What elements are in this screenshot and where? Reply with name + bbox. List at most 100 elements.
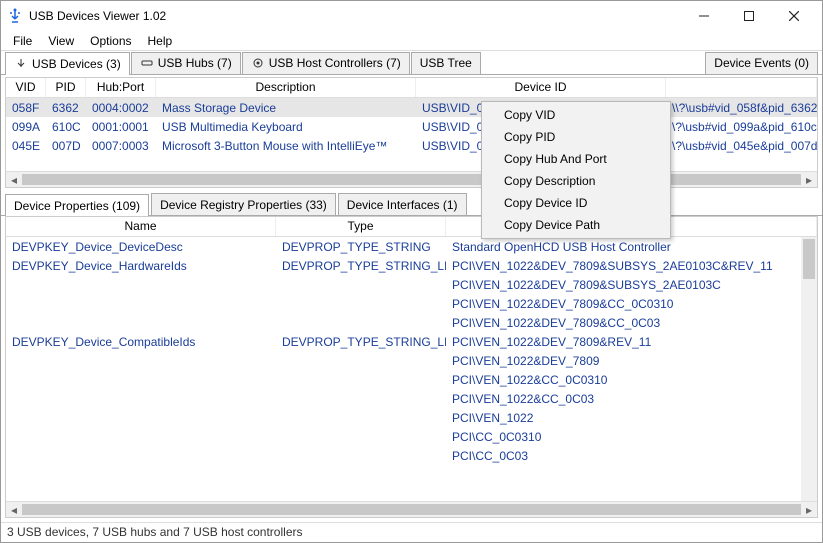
tab-usb-tree[interactable]: USB Tree — [411, 52, 481, 74]
ctx-copy-devpath[interactable]: Copy Device Path — [484, 214, 668, 236]
cell-type: DEVPROP_TYPE_STRING — [276, 240, 446, 254]
cell-name: DEVPKEY_Device_CompatibleIds — [6, 335, 276, 349]
col-overflow[interactable] — [666, 78, 817, 97]
properties-body: DEVPKEY_Device_DeviceDescDEVPROP_TYPE_ST… — [6, 237, 817, 501]
col-deviceid[interactable]: Device ID — [416, 78, 666, 97]
tab-usb-devices[interactable]: USB Devices (3) — [5, 52, 130, 75]
hub-icon — [140, 56, 154, 70]
app-icon — [7, 8, 23, 24]
col-hubport[interactable]: Hub:Port — [86, 78, 156, 97]
cell-vid: 058F — [6, 101, 46, 115]
ctx-copy-hub[interactable]: Copy Hub And Port — [484, 148, 668, 170]
vertical-scrollbar[interactable] — [801, 237, 817, 501]
tab-label: Device Properties (109) — [14, 199, 140, 213]
cell-value: PCI\VEN_1022&DEV_7809&REV_11 — [446, 335, 817, 349]
scroll-thumb[interactable] — [803, 239, 815, 279]
usb-icon — [14, 57, 28, 71]
table-row[interactable]: PCI\VEN_1022&CC_0C03 — [6, 389, 817, 408]
cell-path: \?\usb#vid_045e&pid_007d#5 — [666, 139, 817, 153]
table-row[interactable]: PCI\VEN_1022&DEV_7809&CC_0C0310 — [6, 294, 817, 313]
table-row[interactable]: DEVPKEY_Device_CompatibleIdsDEVPROP_TYPE… — [6, 332, 817, 351]
tab-label: Device Registry Properties (33) — [160, 198, 327, 212]
properties-grid: Name Type DEVPKEY_Device_DeviceDescDEVPR… — [5, 216, 818, 518]
properties-header: Name Type — [6, 217, 817, 237]
tab-device-interfaces[interactable]: Device Interfaces (1) — [338, 193, 467, 215]
cell-value: PCI\CC_0C03 — [446, 449, 817, 463]
table-row[interactable]: PCI\VEN_1022&CC_0C0310 — [6, 370, 817, 389]
tab-device-registry[interactable]: Device Registry Properties (33) — [151, 193, 336, 215]
statusbar: 3 USB devices, 7 USB hubs and 7 USB host… — [1, 522, 822, 542]
cell-value: PCI\VEN_1022&DEV_7809&CC_0C03 — [446, 316, 817, 330]
ctx-copy-devid[interactable]: Copy Device ID — [484, 192, 668, 214]
table-row[interactable]: DEVPKEY_Device_HardwareIdsDEVPROP_TYPE_S… — [6, 256, 817, 275]
cell-vid: 099A — [6, 120, 46, 134]
horizontal-scrollbar[interactable]: ◂ ▸ — [6, 171, 817, 187]
menubar: File View Options Help — [1, 31, 822, 51]
cell-value: PCI\VEN_1022&CC_0C03 — [446, 392, 817, 406]
table-row[interactable]: PCI\VEN_1022 — [6, 408, 817, 427]
cell-desc: Mass Storage Device — [156, 101, 416, 115]
cell-value: PCI\VEN_1022&DEV_7809&CC_0C0310 — [446, 297, 817, 311]
ctx-copy-vid[interactable]: Copy VID — [484, 104, 668, 126]
tab-device-events[interactable]: Device Events (0) — [705, 52, 818, 74]
menu-help[interactable]: Help — [140, 32, 181, 50]
col-pid[interactable]: PID — [46, 78, 86, 97]
cell-name: DEVPKEY_Device_DeviceDesc — [6, 240, 276, 254]
scroll-thumb[interactable] — [22, 504, 801, 515]
titlebar: USB Devices Viewer 1.02 — [1, 1, 822, 31]
devices-grid-body: 058F 6362 0004:0002 Mass Storage Device … — [6, 98, 817, 171]
menu-file[interactable]: File — [5, 32, 40, 50]
context-menu: Copy VID Copy PID Copy Hub And Port Copy… — [481, 101, 671, 239]
scroll-right-icon[interactable]: ▸ — [801, 502, 817, 518]
menu-options[interactable]: Options — [82, 32, 139, 50]
cell-path: \\?\usb#vid_058f&pid_6362#05 — [666, 101, 817, 115]
cell-type: DEVPROP_TYPE_STRING_LIST — [276, 335, 446, 349]
col-description[interactable]: Description — [156, 78, 416, 97]
minimize-button[interactable] — [681, 2, 726, 30]
tab-label: USB Host Controllers (7) — [269, 56, 401, 70]
ctx-copy-desc[interactable]: Copy Description — [484, 170, 668, 192]
col-name[interactable]: Name — [6, 217, 276, 236]
table-row[interactable]: 058F 6362 0004:0002 Mass Storage Device … — [6, 98, 817, 117]
tab-label: USB Devices (3) — [32, 57, 121, 71]
col-type[interactable]: Type — [276, 217, 446, 236]
table-row[interactable]: 045E 007D 0007:0003 Microsoft 3-Button M… — [6, 136, 817, 155]
cell-value: PCI\VEN_1022&DEV_7809&SUBSYS_2AE0103C&RE… — [446, 259, 817, 273]
horizontal-scrollbar[interactable]: ◂ ▸ — [6, 501, 817, 517]
scroll-left-icon[interactable]: ◂ — [6, 502, 22, 518]
tab-usb-hubs[interactable]: USB Hubs (7) — [131, 52, 241, 74]
scroll-right-icon[interactable]: ▸ — [801, 172, 817, 188]
cell-name: DEVPKEY_Device_HardwareIds — [6, 259, 276, 273]
cell-pid: 007D — [46, 139, 86, 153]
cell-vid: 045E — [6, 139, 46, 153]
close-button[interactable] — [771, 2, 816, 30]
table-row[interactable]: DEVPKEY_Device_DeviceDescDEVPROP_TYPE_ST… — [6, 237, 817, 256]
table-row[interactable]: 099A 610C 0001:0001 USB Multimedia Keybo… — [6, 117, 817, 136]
table-row[interactable]: PCI\CC_0C0310 — [6, 427, 817, 446]
ctx-copy-pid[interactable]: Copy PID — [484, 126, 668, 148]
col-vid[interactable]: VID — [6, 78, 46, 97]
cell-pid: 610C — [46, 120, 86, 134]
cell-value: PCI\VEN_1022&DEV_7809&SUBSYS_2AE0103C — [446, 278, 817, 292]
cell-pid: 6362 — [46, 101, 86, 115]
tab-device-properties[interactable]: Device Properties (109) — [5, 194, 149, 216]
tab-usb-hosts[interactable]: USB Host Controllers (7) — [242, 52, 410, 74]
cell-value: PCI\CC_0C0310 — [446, 430, 817, 444]
devices-grid: VID PID Hub:Port Description Device ID 0… — [5, 77, 818, 188]
tab-label: Device Interfaces (1) — [347, 198, 458, 212]
cell-hubport: 0007:0003 — [86, 139, 156, 153]
gear-icon — [251, 56, 265, 70]
scroll-thumb[interactable] — [22, 174, 801, 185]
cell-hubport: 0004:0002 — [86, 101, 156, 115]
table-row[interactable]: PCI\VEN_1022&DEV_7809 — [6, 351, 817, 370]
devices-grid-header: VID PID Hub:Port Description Device ID — [6, 78, 817, 98]
maximize-button[interactable] — [726, 2, 771, 30]
scroll-left-icon[interactable]: ◂ — [6, 172, 22, 188]
table-row[interactable]: PCI\CC_0C03 — [6, 446, 817, 465]
window-title: USB Devices Viewer 1.02 — [29, 9, 681, 23]
cell-value: PCI\VEN_1022&CC_0C0310 — [446, 373, 817, 387]
cell-hubport: 0001:0001 — [86, 120, 156, 134]
table-row[interactable]: PCI\VEN_1022&DEV_7809&CC_0C03 — [6, 313, 817, 332]
table-row[interactable]: PCI\VEN_1022&DEV_7809&SUBSYS_2AE0103C — [6, 275, 817, 294]
menu-view[interactable]: View — [40, 32, 82, 50]
